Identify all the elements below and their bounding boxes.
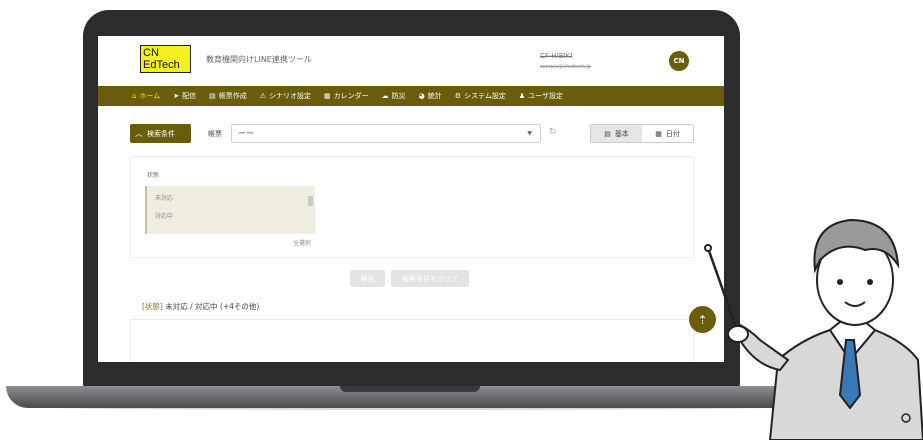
logo-line-1: CN [143, 47, 159, 59]
nav-item-home[interactable]: ⌂ ホーム [132, 91, 160, 101]
hand [727, 325, 749, 343]
nav-item-label: システム設定 [464, 92, 506, 100]
user-settings-icon: ♟ [518, 92, 526, 100]
refresh-icon[interactable]: ↻ [549, 127, 557, 137]
app-screen: CN EdTech 教育機関向けLINE連携ツール CF-HIBIKI samp… [98, 36, 724, 362]
search-conditions-toggle[interactable]: ︿ 検索条件 [130, 124, 191, 143]
calendar-icon: ▦ [324, 92, 331, 100]
search-toolbar: ︿ 検索条件 帳票 ーー ▼ ↻ ▤ 基本 ▦ 日付 [98, 124, 724, 146]
status-option[interactable]: 未対応 [155, 193, 173, 202]
scrollbar-thumb[interactable] [308, 196, 313, 206]
view-mode-toggle: ▤ 基本 ▦ 日付 [590, 124, 694, 143]
form-select[interactable]: ーー ▼ [231, 124, 541, 143]
status-multiselect[interactable]: 未対応 対応中 [145, 186, 315, 234]
form-select-label: 帳票 [208, 130, 222, 138]
results-panel [130, 319, 694, 362]
broadcast-icon: ➤ [173, 92, 180, 100]
pointer-tip [704, 244, 712, 252]
search-button[interactable]: 検索 [350, 270, 385, 287]
pointer-stick [706, 247, 740, 334]
nav-item-label: 帳票作成 [218, 92, 247, 100]
form-select-value: ーー [238, 129, 254, 138]
home-icon: ⌂ [132, 92, 137, 100]
system-settings-icon: ⚙ [454, 92, 462, 100]
calendar-icon: ▦ [655, 129, 662, 138]
avatar[interactable]: CN [669, 51, 689, 71]
app-title: 教育機関向けLINE連携ツール [206, 55, 312, 64]
right-eye [867, 279, 873, 285]
stats-icon: ◕ [418, 92, 425, 100]
nav-item-label: カレンダー [333, 92, 369, 100]
user-email: sample@cfedtech.jp [540, 64, 592, 70]
status-option[interactable]: 対応中 [155, 211, 173, 220]
status-filter-label: 状態 [147, 172, 160, 179]
select-all-link[interactable]: 全選択 [293, 238, 311, 247]
filter-panel: 状態 未対応 対応中 全選択 [130, 156, 694, 258]
nav-item-scenario[interactable]: ⚠ シナリオ設定 [260, 91, 311, 101]
presenter-illustration [704, 218, 923, 440]
chevron-up-icon: ︿ [135, 129, 143, 138]
view-basic-button[interactable]: ▤ 基本 [591, 125, 642, 142]
nav-item-stats[interactable]: ◕ 統計 [419, 91, 442, 101]
main-nav: ⌂ ホーム ➤ 配信 ▤ 帳票作成 ⚠ シナリオ設定 ▦ カレンダー ☁ 防災 … [98, 86, 724, 106]
nav-item-label: 防災 [391, 92, 406, 100]
nav-item-user-settings[interactable]: ♟ ユーザ設定 [519, 91, 563, 101]
list-icon: ▤ [604, 129, 611, 138]
app-header: CN EdTech 教育機関向けLINE連携ツール CF-HIBIKI samp… [98, 36, 724, 86]
disaster-icon: ☁ [381, 92, 389, 100]
nav-item-broadcast[interactable]: ➤ 配信 [173, 91, 196, 101]
summary-value: 未対応 / 対応中 (+4その他) [165, 302, 260, 311]
view-date-label: 日付 [665, 129, 680, 138]
logo-line-2: EdTech [143, 59, 180, 71]
nav-item-system-settings[interactable]: ⚙ システム設定 [455, 91, 506, 101]
view-basic-label: 基本 [614, 129, 629, 138]
nav-item-form-create[interactable]: ▤ 帳票作成 [209, 91, 247, 101]
left-eye [837, 279, 843, 285]
nav-item-label: シナリオ設定 [269, 92, 312, 100]
scenario-icon: ⚠ [259, 92, 267, 100]
form-icon: ▤ [209, 92, 216, 100]
nav-item-label: ユーザ設定 [528, 92, 563, 100]
view-date-button[interactable]: ▦ 日付 [642, 125, 693, 142]
nav-item-disaster[interactable]: ☁ 防災 [382, 91, 406, 101]
status-list-scrollbar[interactable] [308, 190, 313, 230]
nav-item-label: 統計 [427, 92, 442, 100]
brand-logo[interactable]: CN EdTech [140, 45, 191, 73]
clear-conditions-button[interactable]: 検索条件をクリア [391, 270, 469, 287]
laptop-notch [340, 386, 480, 392]
search-toggle-label: 検索条件 [147, 129, 175, 138]
nav-item-label: ホーム [139, 92, 161, 100]
caret-down-icon: ▼ [527, 130, 532, 137]
user-name: CF-HIBIKI [540, 52, 573, 60]
nav-item-label: 配信 [182, 92, 197, 100]
summary-key: [状態] [142, 302, 163, 311]
filter-summary: [状態] 未対応 / 対応中 (+4その他) [142, 301, 259, 312]
nav-item-calendar[interactable]: ▦ カレンダー [324, 91, 369, 101]
